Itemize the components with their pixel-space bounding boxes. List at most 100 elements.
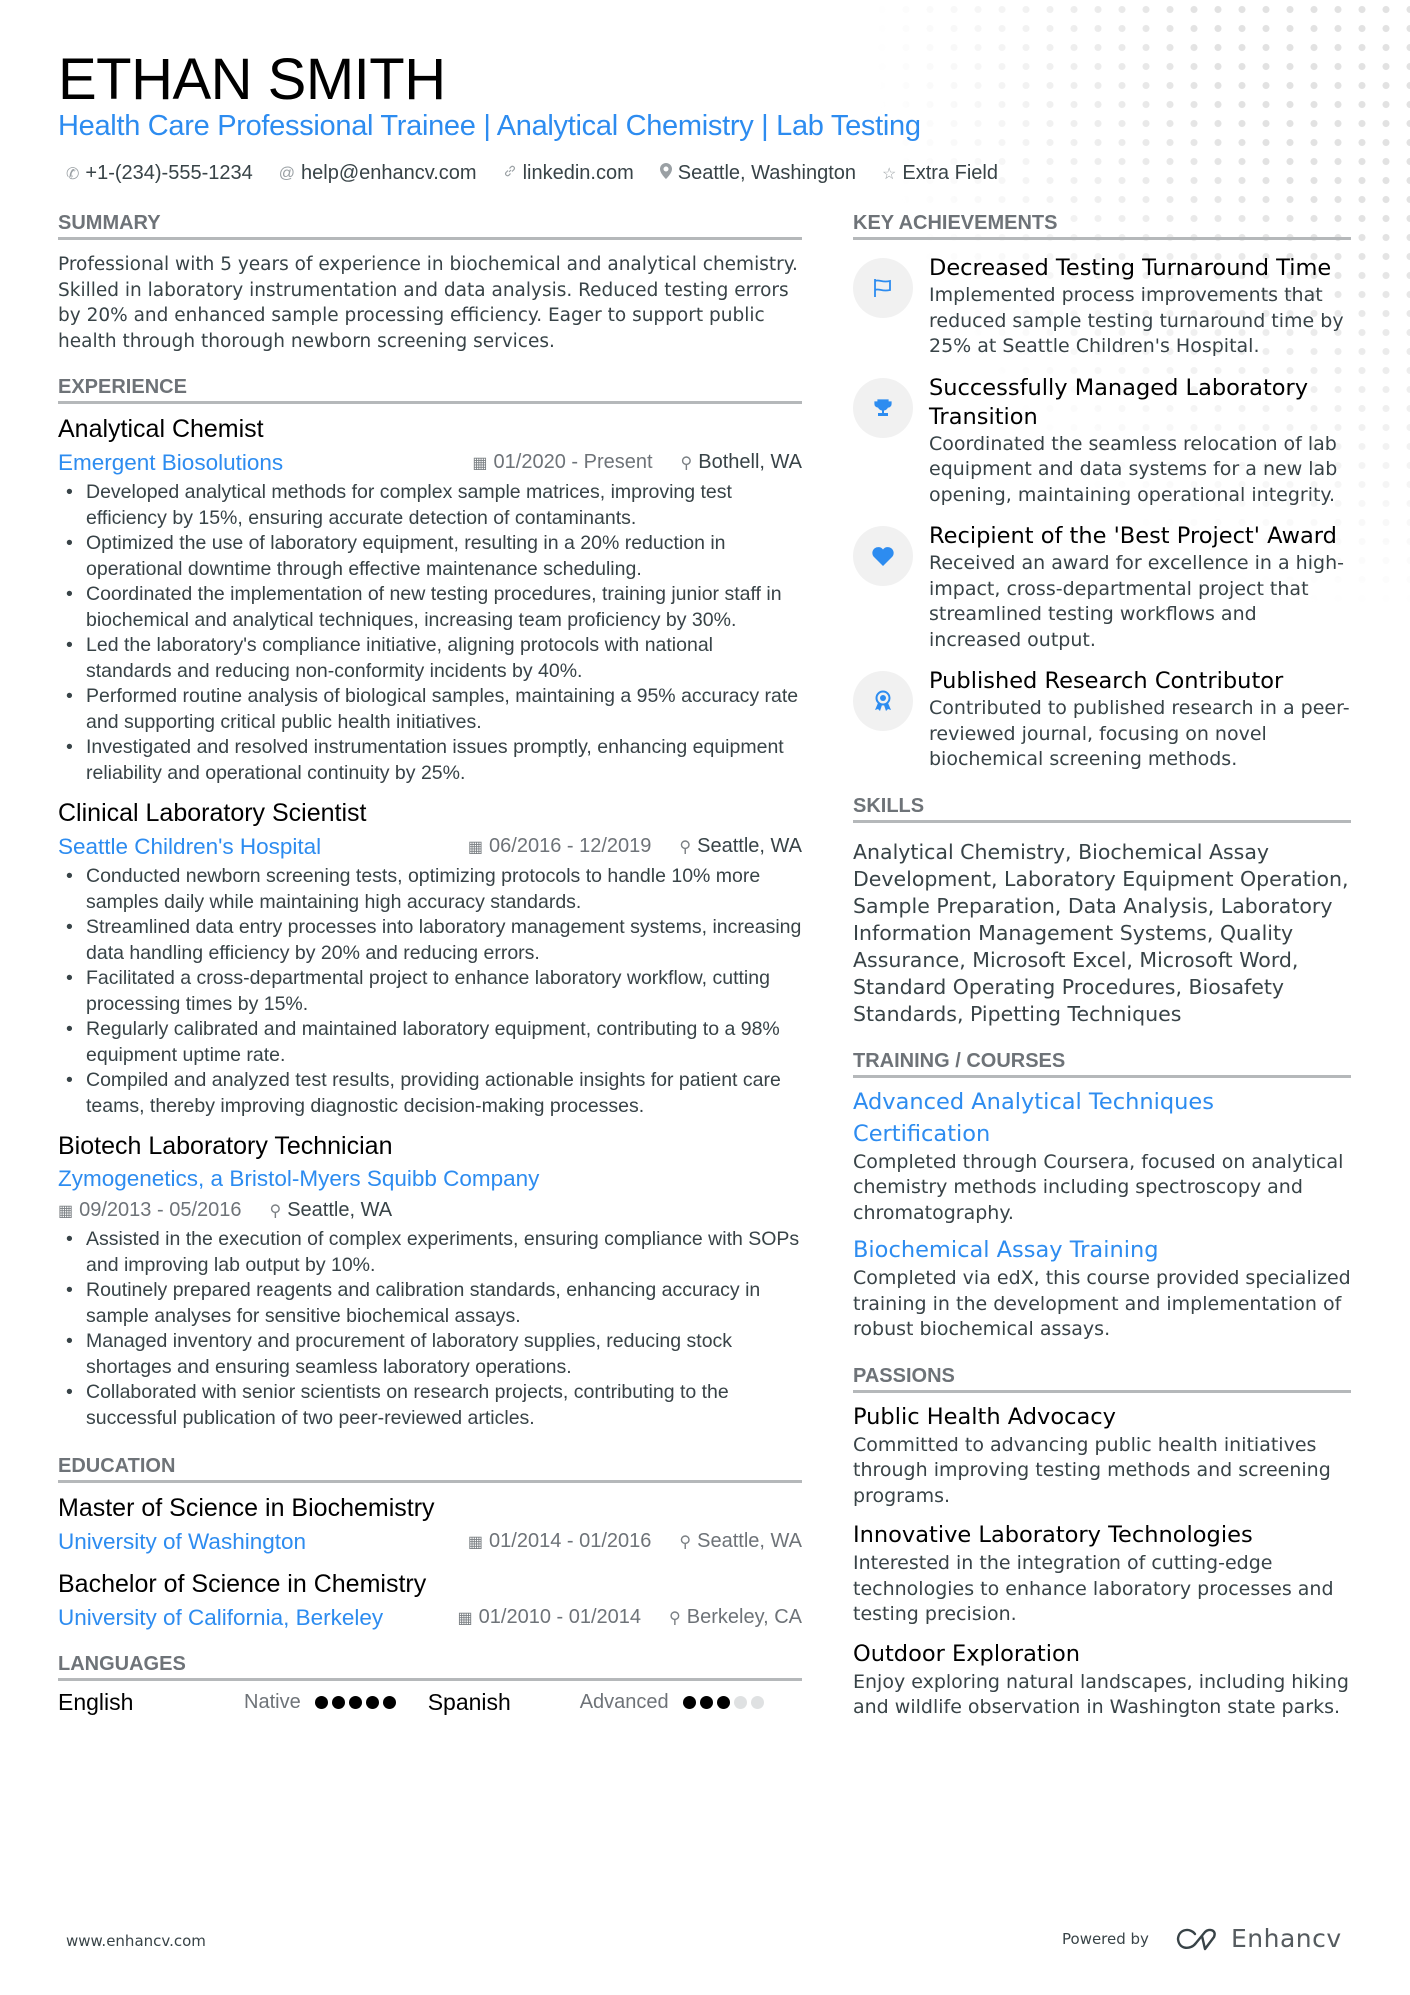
experience-entry: Biotech Laboratory Technician Zymogeneti… <box>58 1129 802 1431</box>
calendar-icon: ▦ <box>467 839 484 856</box>
rating-dot-filled <box>716 1696 730 1709</box>
passion-title: Public Health Advocacy <box>853 1403 1116 1430</box>
passion-item: Outdoor Exploration Enjoy exploring natu… <box>853 1638 1351 1721</box>
bullet-item: Compiled and analyzed test results, prov… <box>58 1068 802 1119</box>
contact-text: linkedin.com <box>522 162 634 184</box>
language-rating <box>682 1696 764 1709</box>
enhancv-logo[interactable]: Enhancv <box>1175 1924 1342 1953</box>
location-icon: ⚲ <box>679 839 692 856</box>
achievement-desc: Implemented process improvements that re… <box>929 284 1344 357</box>
contact-bar: ✆ +1-(234)-555-1234 @ help@enhancv.com l… <box>66 162 998 185</box>
school-name: University of Washington <box>58 1529 307 1554</box>
contact-location: Seattle, Washington <box>659 162 857 185</box>
passion-desc: Committed to advancing public health ini… <box>853 1433 1331 1507</box>
job-dates: 06/2016 - 12/2019 <box>489 835 652 857</box>
calendar-icon: ▦ <box>457 1610 473 1627</box>
location-icon: ⚲ <box>669 1610 681 1627</box>
left-column: SUMMARY Professional with 5 years of exp… <box>58 212 802 1716</box>
education-dates: 01/2010 - 01/2014 <box>478 1606 642 1628</box>
candidate-name: ETHAN SMITH <box>58 47 446 112</box>
rating-dot-filled <box>682 1696 696 1709</box>
contact-extra: ☆ Extra Field <box>882 162 998 185</box>
language-rating <box>314 1696 396 1709</box>
bullet-item: Led the laboratory's compliance initiati… <box>58 633 802 684</box>
education-section: EDUCATION Master of Science in Biochemis… <box>58 1455 802 1635</box>
experience-entry: Clinical Laboratory Scientist Seattle Ch… <box>58 796 802 1119</box>
achievement-item: Decreased Testing Turnaround Time Implem… <box>853 254 1351 360</box>
rating-dot-filled <box>699 1696 713 1709</box>
bullet-item: Performed routine analysis of biological… <box>58 684 802 735</box>
education-location: Seattle, WA <box>697 1530 802 1552</box>
degree-title: Bachelor of Science in Chemistry <box>58 1570 427 1598</box>
candidate-title: Health Care Professional Trainee | Analy… <box>58 110 921 142</box>
section-heading: PASSIONS <box>853 1365 1351 1393</box>
job-title: Clinical Laboratory Scientist <box>58 799 367 827</box>
bullet-item: Developed analytical methods for complex… <box>58 480 802 531</box>
at-icon: @ <box>278 164 295 182</box>
bullet-item: Managed inventory and procurement of lab… <box>58 1329 802 1380</box>
section-heading: LANGUAGES <box>58 1653 802 1681</box>
course-title: Advanced Analytical Techniques Certifica… <box>853 1088 1214 1147</box>
bullet-item: Collaborated with senior scientists on r… <box>58 1380 802 1431</box>
achievements-section: KEY ACHIEVEMENTS Decreased Testing Turna… <box>853 212 1351 773</box>
passion-title: Innovative Laboratory Technologies <box>853 1522 1253 1548</box>
language-level: Advanced <box>579 1691 669 1713</box>
language-name: English <box>58 1689 134 1715</box>
section-heading: KEY ACHIEVEMENTS <box>853 212 1351 240</box>
rating-dot-filled <box>382 1696 396 1709</box>
job-bullets: Conducted newborn screening tests, optim… <box>58 864 802 1119</box>
achievement-item: Recipient of the 'Best Project' Award Re… <box>853 522 1351 653</box>
job-dates: 01/2020 - Present <box>493 451 653 473</box>
bullet-item: Conducted newborn screening tests, optim… <box>58 864 802 915</box>
passion-title: Outdoor Exploration <box>853 1640 1080 1667</box>
calendar-icon: ▦ <box>467 1534 484 1551</box>
heart-icon <box>853 526 913 586</box>
achievement-title: Decreased Testing Turnaround Time <box>929 255 1332 281</box>
summary-text: Professional with 5 years of experience … <box>58 254 798 352</box>
rating-dot-filled <box>348 1696 362 1709</box>
calendar-icon: ▦ <box>472 455 488 472</box>
contact-text: help@enhancv.com <box>301 162 477 184</box>
location-icon: ⚲ <box>679 1534 692 1551</box>
achievement-title: Published Research Contributor <box>929 668 1284 694</box>
powered-by-label: Powered by <box>1062 1929 1149 1948</box>
education-entry: Bachelor of Science in Chemistry Univers… <box>58 1567 802 1635</box>
bullet-item: Streamlined data entry processes into la… <box>58 915 802 966</box>
location-icon: ⚲ <box>680 455 693 472</box>
experience-entry: Analytical Chemist Emergent Biosolutions… <box>58 412 802 786</box>
passion-desc: Enjoy exploring natural landscapes, incl… <box>853 1670 1349 1719</box>
contact-linkedin[interactable]: linkedin.com <box>503 162 634 185</box>
rating-dot-empty <box>733 1696 747 1709</box>
company-name: Emergent Biosolutions <box>58 450 284 475</box>
contact-text: +1-(234)-555-1234 <box>85 162 253 184</box>
section-heading: SUMMARY <box>58 212 802 240</box>
achievement-desc: Contributed to published research in a p… <box>929 697 1350 770</box>
training-section: TRAINING / COURSES Advanced Analytical T… <box>853 1050 1351 1343</box>
contact-phone[interactable]: ✆ +1-(234)-555-1234 <box>66 162 253 185</box>
contact-email[interactable]: @ help@enhancv.com <box>279 162 477 185</box>
course-desc: Completed via edX, this course provided … <box>853 1267 1351 1340</box>
course-item: Advanced Analytical Techniques Certifica… <box>853 1086 1351 1227</box>
footer-website-link[interactable]: www.enhancv.com <box>66 1932 206 1950</box>
skills-section: SKILLS Analytical Chemistry, Biochemical… <box>853 795 1351 1028</box>
section-heading: EXPERIENCE <box>58 376 802 404</box>
language-name: Spanish <box>427 1689 511 1715</box>
rating-dot-filled <box>314 1696 328 1709</box>
bullet-item: Optimized the use of laboratory equipmen… <box>58 531 802 582</box>
rating-dot-empty <box>750 1696 764 1709</box>
calendar-icon: ▦ <box>58 1203 74 1220</box>
link-icon <box>503 164 517 183</box>
section-heading: SKILLS <box>853 795 1351 823</box>
school-name: University of California, Berkeley <box>58 1605 384 1630</box>
passions-section: PASSIONS Public Health Advocacy Committe… <box>853 1365 1351 1721</box>
degree-title: Master of Science in Biochemistry <box>58 1494 435 1522</box>
job-location: Bothell, WA <box>698 451 802 473</box>
education-entry: Master of Science in Biochemistry Univer… <box>58 1491 802 1559</box>
footer-branding: Powered by Enhancv <box>1062 1924 1342 1953</box>
bullet-item: Routinely prepared reagents and calibrat… <box>58 1278 802 1329</box>
passion-desc: Interested in the integration of cutting… <box>853 1552 1334 1625</box>
achievement-item: Successfully Managed Laboratory Transiti… <box>853 374 1351 509</box>
achievement-title: Recipient of the 'Best Project' Award <box>929 523 1337 549</box>
passion-item: Public Health Advocacy Committed to adva… <box>853 1401 1351 1510</box>
contact-text: Seattle, Washington <box>677 162 857 184</box>
